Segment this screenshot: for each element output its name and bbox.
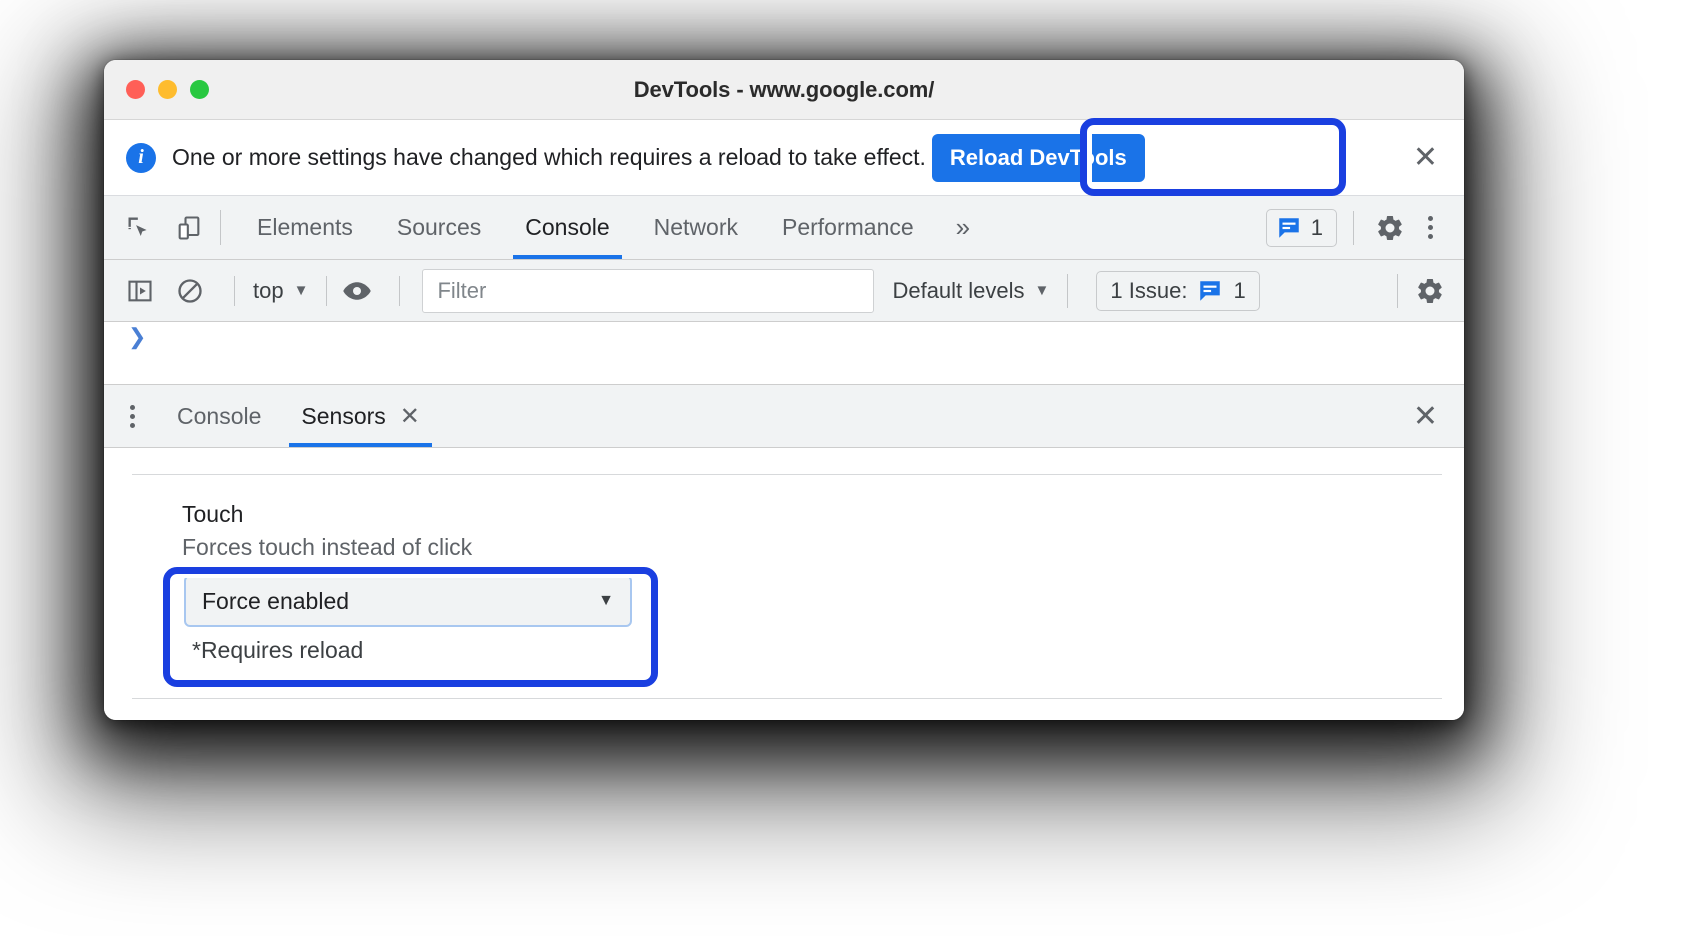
console-toolbar-divider-4 — [1067, 273, 1069, 308]
sensors-panel: Touch Forces touch instead of click Forc… — [104, 474, 1464, 720]
info-icon: i — [126, 142, 156, 173]
console-issues-label: 1 Issue: — [1110, 277, 1188, 303]
kebab-dots — [130, 404, 135, 428]
tab-elements[interactable]: Elements — [235, 196, 375, 259]
touch-section-description: Forces touch instead of click — [182, 534, 473, 560]
tab-console-label: Console — [525, 214, 610, 240]
screenshot-stage: DevTools - www.google.com/ i One or more… — [0, 0, 1698, 936]
tab-performance[interactable]: Performance — [760, 196, 936, 259]
close-drawer-icon[interactable]: ✕ — [1413, 385, 1464, 447]
reload-required-banner: i One or more settings have changed whic… — [104, 120, 1464, 196]
drawer-menu-kebab-icon[interactable] — [104, 385, 157, 447]
tab-network[interactable]: Network — [632, 196, 760, 259]
console-toolbar: top ▼ Default levels ▼ 1 Issue: — [104, 260, 1464, 322]
close-sensors-tab-icon[interactable]: ✕ — [400, 402, 420, 431]
console-toolbar-divider-1 — [234, 275, 235, 306]
filter-input[interactable] — [422, 268, 875, 313]
console-output-area[interactable]: ❯ — [104, 322, 1464, 384]
chevron-down-icon: ▼ — [598, 592, 614, 609]
window-title: DevTools - www.google.com/ — [633, 76, 935, 102]
touch-select-wrapper: Force enabled ▼ — [184, 575, 632, 627]
chevron-down-icon: ▼ — [293, 282, 309, 299]
console-toolbar-divider-3 — [399, 275, 401, 306]
chevron-down-icon: ▼ — [1034, 282, 1050, 299]
device-toolbar-icon[interactable] — [172, 211, 206, 245]
tab-network-label: Network — [653, 214, 738, 240]
drawer-tab-console-label: Console — [177, 402, 262, 429]
drawer-tab-sensors[interactable]: Sensors ✕ — [281, 385, 439, 447]
clear-console-icon[interactable] — [172, 273, 208, 309]
tabbar-right-divider — [1353, 210, 1354, 245]
tabbar-right-group: 1 — [1265, 196, 1464, 259]
tab-sources-label: Sources — [396, 214, 482, 240]
tab-console[interactable]: Console — [503, 196, 631, 259]
drawer-tabbar: Console Sensors ✕ ✕ — [104, 384, 1464, 448]
console-prompt-caret-icon: ❯ — [128, 324, 147, 349]
inspect-element-icon[interactable] — [122, 211, 156, 245]
tab-performance-label: Performance — [782, 214, 914, 240]
console-settings-gear-icon[interactable] — [1410, 271, 1450, 311]
kebab-dots — [1427, 216, 1433, 239]
close-banner-icon[interactable]: ✕ — [1413, 142, 1438, 173]
console-toolbar-right — [1385, 271, 1450, 311]
main-menu-kebab-icon[interactable] — [1410, 208, 1450, 248]
window-titlebar: DevTools - www.google.com/ — [104, 60, 1464, 120]
log-levels-selector[interactable]: Default levels ▼ — [892, 278, 1049, 304]
tabbar-left-icons — [104, 196, 206, 259]
console-toolbar-divider-5 — [1397, 273, 1398, 308]
console-toolbar-divider-2 — [326, 275, 328, 306]
touch-force-select[interactable]: Force enabled ▼ — [184, 575, 632, 627]
sensors-separator-top — [132, 474, 1442, 475]
eye-icon[interactable] — [339, 273, 375, 309]
touch-requires-reload-note: *Requires reload — [192, 637, 364, 663]
tabbar-divider — [220, 210, 221, 245]
issue-speech-bubble-icon — [1279, 217, 1299, 238]
issues-badge[interactable]: 1 — [1265, 208, 1337, 247]
panel-tabs: Elements Sources Console Network Perform… — [235, 196, 936, 259]
console-issues-count: 1 — [1233, 277, 1246, 303]
execution-context-label: top — [253, 277, 284, 303]
console-issues-badge[interactable]: 1 Issue: 1 — [1096, 270, 1260, 311]
devtools-tabbar: Elements Sources Console Network Perform… — [104, 196, 1464, 260]
settings-gear-icon[interactable] — [1370, 208, 1410, 248]
issue-speech-bubble-icon — [1200, 280, 1221, 301]
reload-devtools-button[interactable]: Reload DevTools — [931, 133, 1145, 182]
sensors-separator-bottom — [132, 698, 1442, 699]
devtools-window: DevTools - www.google.com/ i One or more… — [104, 60, 1464, 720]
tab-elements-label: Elements — [257, 214, 353, 240]
execution-context-selector[interactable]: top ▼ — [247, 278, 314, 304]
console-sidebar-icon[interactable] — [122, 273, 158, 309]
drawer-tab-sensors-label: Sensors — [301, 402, 386, 429]
touch-force-select-value: Force enabled — [202, 587, 350, 614]
drawer-tab-console[interactable]: Console — [157, 385, 281, 447]
log-levels-label: Default levels — [892, 277, 1025, 303]
more-tabs-icon[interactable]: » — [936, 196, 990, 259]
issues-count: 1 — [1310, 214, 1323, 240]
tab-sources[interactable]: Sources — [375, 196, 503, 259]
banner-message: One or more settings have changed which … — [172, 144, 926, 170]
touch-section-title: Touch — [182, 501, 244, 527]
